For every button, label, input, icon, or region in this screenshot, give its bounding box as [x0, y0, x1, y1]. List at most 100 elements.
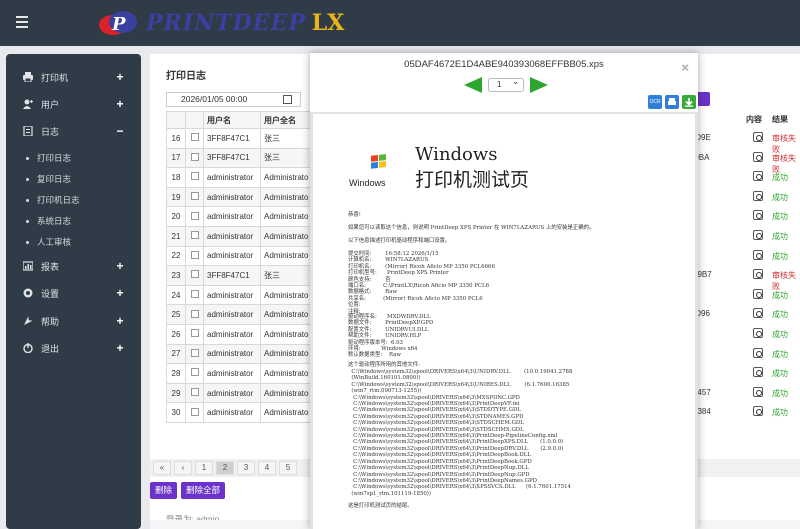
- row-checkbox[interactable]: [185, 167, 204, 188]
- view-content-icon[interactable]: [753, 190, 763, 201]
- close-icon[interactable]: ×: [681, 60, 689, 75]
- column-header-fullname: 用户全名: [260, 111, 314, 129]
- column-header-content: 内容: [746, 115, 762, 124]
- print-icon: [668, 98, 676, 105]
- expand-icon[interactable]: +: [113, 70, 127, 84]
- row-checkbox[interactable]: [185, 284, 204, 306]
- table-row[interactable]: 21 administrator Administrato: [166, 225, 314, 247]
- view-content-icon[interactable]: [753, 132, 763, 142]
- row-fullname: Administrato: [260, 363, 314, 384]
- doc-intro: 如果您可以读取这个信息，则说明 PrintDeep XPS Printer 在 …: [348, 225, 595, 231]
- row-number: 26: [166, 323, 186, 345]
- table-row[interactable]: 23 3FF8F47C1 张三: [166, 265, 314, 286]
- pager-page-1[interactable]: 1: [195, 461, 213, 475]
- collapse-icon[interactable]: −: [113, 124, 127, 138]
- print-button[interactable]: [665, 95, 679, 109]
- pager-first[interactable]: «: [153, 461, 171, 475]
- row-checkbox[interactable]: [185, 304, 204, 325]
- row-checkbox[interactable]: [185, 363, 204, 384]
- view-content-icon[interactable]: [753, 151, 763, 162]
- next-page-arrow-icon[interactable]: [530, 77, 548, 93]
- table-row[interactable]: 27 administrator Administrato: [166, 343, 314, 365]
- sidebar-item-printer[interactable]: 打印机 +: [6, 66, 141, 88]
- view-content-icon[interactable]: [753, 230, 763, 240]
- row-checkbox[interactable]: [185, 245, 204, 267]
- table-row[interactable]: 17 3FF8F47C1 张三: [166, 147, 314, 169]
- view-content-icon[interactable]: [753, 288, 763, 299]
- view-content-icon[interactable]: [753, 249, 763, 260]
- table-row[interactable]: 18 administrator Administrato: [166, 167, 314, 188]
- row-checkbox[interactable]: [185, 323, 204, 345]
- expand-icon[interactable]: +: [113, 314, 127, 328]
- ocr-button[interactable]: OCR: [648, 95, 662, 109]
- pager-page-5[interactable]: 5: [279, 461, 297, 475]
- sidebar-item-reports[interactable]: 报表 +: [6, 255, 141, 277]
- sidebar-item-users[interactable]: 用户 +: [6, 93, 141, 115]
- view-content-icon[interactable]: [753, 347, 763, 358]
- delete-button[interactable]: 删除: [150, 482, 178, 499]
- pager-page-3[interactable]: 3: [237, 461, 255, 475]
- row-checkbox[interactable]: [185, 186, 204, 208]
- row-checkbox[interactable]: [185, 147, 204, 169]
- pager-prev[interactable]: ‹: [174, 461, 192, 475]
- column-header-result: 结果: [772, 115, 788, 124]
- view-content-icon[interactable]: [753, 367, 763, 378]
- table-row[interactable]: 24 administrator Administrato: [166, 284, 314, 306]
- download-button[interactable]: [682, 95, 696, 109]
- document-area[interactable]: Windows Windows 打印机测试页 恭喜! 如果您可以读取这个信息，则…: [310, 112, 698, 529]
- table-row[interactable]: 22 administrator Administrato: [166, 245, 314, 267]
- doc-greeting: 恭喜!: [348, 212, 361, 218]
- page-select[interactable]: 1: [488, 76, 524, 92]
- row-fullname: Administrato: [260, 245, 314, 267]
- view-content-icon[interactable]: [753, 328, 763, 338]
- sidebar-item-logout[interactable]: 退出 +: [6, 337, 141, 359]
- row-checkbox[interactable]: [185, 402, 204, 423]
- sidebar-item-settings[interactable]: 设置 +: [6, 282, 141, 304]
- view-content-icon[interactable]: [753, 171, 763, 182]
- top-bar: P PRINTDEEP LX: [0, 0, 800, 46]
- sidebar-item-help[interactable]: 帮助 +: [6, 310, 141, 332]
- table-row[interactable]: 20 administrator Administrato: [166, 206, 314, 227]
- pager-page-4[interactable]: 4: [258, 461, 276, 475]
- row-checkbox[interactable]: [185, 128, 204, 149]
- expand-icon[interactable]: +: [113, 97, 127, 111]
- sidebar-subitem-copy-log[interactable]: 复印日志: [26, 171, 71, 187]
- view-content-icon[interactable]: [753, 406, 763, 417]
- row-checkbox[interactable]: [185, 206, 204, 227]
- expand-icon[interactable]: +: [113, 341, 127, 355]
- table-row[interactable]: 19 administrator Administrato: [166, 186, 314, 208]
- view-content-icon[interactable]: [753, 386, 763, 397]
- row-fullname: 张三: [260, 265, 314, 286]
- search-button[interactable]: [696, 92, 710, 106]
- calendar-icon[interactable]: [283, 95, 292, 104]
- table-row[interactable]: 26 administrator Administrato: [166, 323, 314, 345]
- prev-page-arrow-icon[interactable]: [464, 77, 482, 93]
- table-row[interactable]: 29 administrator Administrato: [166, 382, 314, 404]
- view-content-icon[interactable]: [753, 269, 763, 280]
- row-checkbox[interactable]: [185, 382, 204, 404]
- view-content-icon[interactable]: [753, 308, 763, 319]
- table-row[interactable]: 25 administrator Administrato: [166, 304, 314, 325]
- date-filter-input[interactable]: 2026/01/05 00:00: [166, 92, 301, 107]
- sidebar-item-logs[interactable]: 日志 −: [6, 120, 141, 142]
- row-number: 21: [166, 225, 186, 247]
- table-row[interactable]: 30 administrator Administrato: [166, 402, 314, 423]
- row-checkbox[interactable]: [185, 343, 204, 365]
- view-content-icon[interactable]: [753, 210, 763, 221]
- download-icon: [685, 98, 693, 107]
- pager-page-2[interactable]: 2: [216, 461, 234, 475]
- table-row[interactable]: 16 3FF8F47C1 张三: [166, 128, 314, 149]
- expand-icon[interactable]: +: [113, 286, 127, 300]
- sidebar-subitem-print-log[interactable]: 打印日志: [26, 150, 71, 166]
- sidebar-subitem-system-log[interactable]: 系统日志: [26, 213, 71, 229]
- row-number: 24: [166, 284, 186, 306]
- row-checkbox[interactable]: [185, 225, 204, 247]
- row-checkbox[interactable]: [185, 265, 204, 286]
- table-row[interactable]: 28 administrator Administrato: [166, 363, 314, 384]
- delete-all-button[interactable]: 删除全部: [181, 482, 226, 499]
- expand-icon[interactable]: +: [113, 259, 127, 273]
- menu-toggle-icon[interactable]: [16, 16, 28, 28]
- sidebar-subitem-manual-review[interactable]: 人工审核: [26, 234, 71, 250]
- row-username: administrator: [203, 363, 261, 384]
- sidebar-subitem-printer-log[interactable]: 打印机日志: [26, 192, 80, 208]
